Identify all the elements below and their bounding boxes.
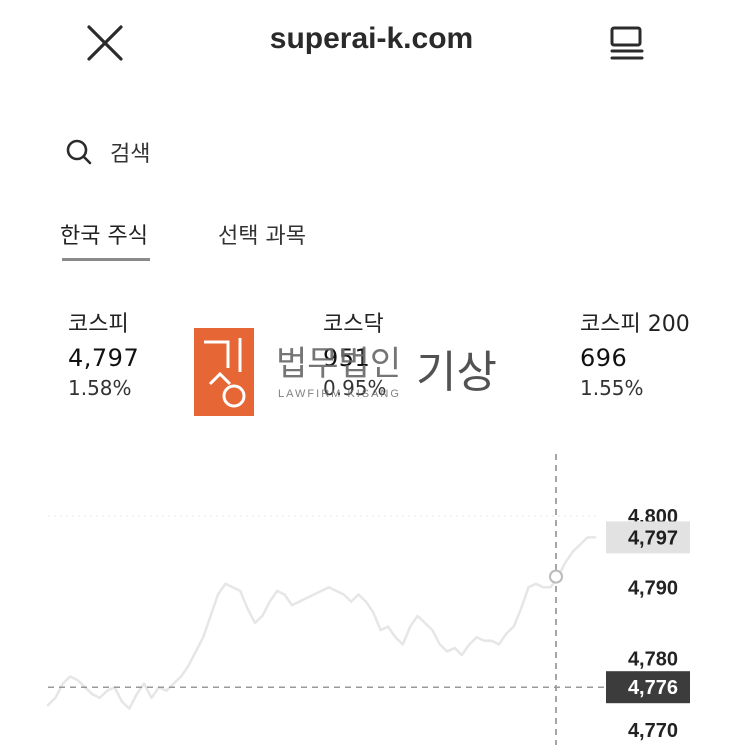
reference-value-badge: 4,776 [628, 677, 678, 699]
index-name: 코스닥 [323, 312, 384, 337]
price-chart[interactable]: 4,8004,7904,7804,770 4,7974,776 [0, 440, 743, 745]
index-value: 951 [323, 344, 371, 372]
menu-button[interactable] [602, 20, 652, 70]
hover-point [549, 569, 563, 584]
y-tick-label: 4,790 [628, 577, 678, 599]
menu-icon [610, 26, 644, 60]
y-tick-label: 4,770 [628, 720, 678, 742]
y-tick-label: 4,780 [628, 649, 678, 671]
index-change: 1.58% [68, 376, 132, 400]
index-change: 0.95% [323, 376, 387, 400]
watermark-brand: 기상 [416, 347, 497, 398]
header: superai-k.com [0, 0, 743, 90]
index-name: 코스피 [68, 312, 129, 337]
watermark-logo [194, 328, 254, 416]
index-kospi200[interactable]: 코스피 200 696 1.55% [580, 306, 690, 400]
index-name: 코스피 200 [580, 312, 690, 337]
tab-korean-stocks[interactable]: 한국 주식 [60, 218, 148, 250]
index-value: 4,797 [68, 344, 140, 372]
tab-elective[interactable]: 선택 과목 [218, 218, 306, 250]
search-icon [66, 139, 92, 165]
search-button[interactable]: 검색 [64, 134, 150, 170]
series-line [46, 536, 597, 710]
search-label: 검색 [110, 142, 151, 167]
index-value: 696 [580, 344, 628, 372]
index-change: 1.55% [580, 376, 644, 400]
index-kospi[interactable]: 코스피 4,797 1.58% [68, 306, 139, 400]
index-kosdaq[interactable]: 코스닥 951 0.95% [323, 306, 387, 400]
current-value-badge: 4,797 [628, 527, 678, 549]
active-tab-indicator [62, 258, 150, 261]
